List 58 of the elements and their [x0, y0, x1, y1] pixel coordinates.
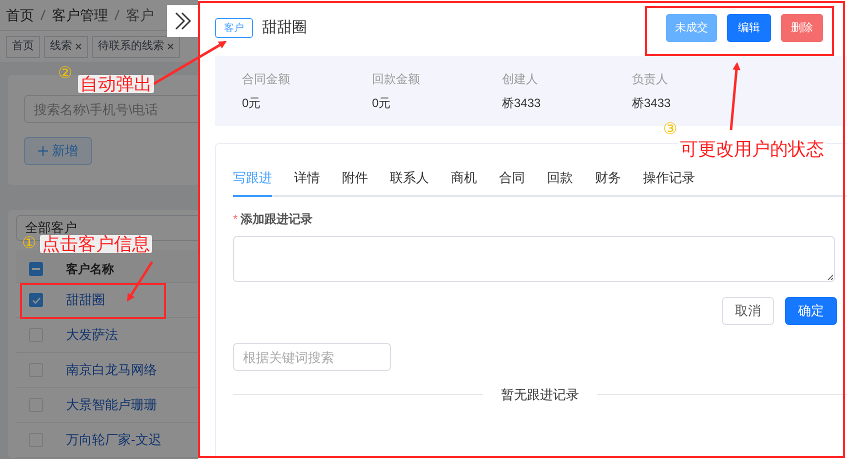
tab[interactable]: 详情	[294, 168, 320, 197]
keyword-search-field[interactable]: 根据关键词搜索	[233, 343, 391, 371]
stat-value: 桥3433	[502, 95, 542, 112]
tab[interactable]: 财务	[595, 168, 621, 197]
filter-value: 全部客户	[25, 219, 77, 236]
plus-icon	[38, 146, 48, 156]
status-button[interactable]: 未成交	[666, 14, 717, 42]
customer-title: 甜甜圈	[262, 18, 307, 38]
double-chevron-right-icon	[172, 11, 192, 31]
tab[interactable]: 合同	[499, 168, 525, 197]
annotation-text: 可更改用户的状态	[678, 140, 826, 158]
breadcrumb-link[interactable]: 首页	[6, 4, 34, 26]
annotation-text: 自动弹出	[78, 75, 154, 93]
tab[interactable]: 附件	[342, 168, 368, 197]
checkbox[interactable]	[29, 262, 43, 276]
breadcrumb-link[interactable]: 客户	[126, 4, 154, 26]
checkbox[interactable]	[29, 293, 43, 307]
resize-handle-icon	[827, 274, 833, 280]
customer-link[interactable]: 万向轮厂家-文迟	[56, 430, 162, 450]
stat-value: 桥3433	[632, 95, 672, 112]
tab[interactable]: 回款	[547, 168, 573, 197]
breadcrumb-link[interactable]: 客户管理	[52, 4, 108, 26]
stat-value: 0元	[242, 95, 262, 112]
stat-label: 合同金额	[242, 71, 291, 88]
tab[interactable]: 联系人	[390, 168, 429, 197]
step-number: ③	[663, 122, 677, 138]
page-tag[interactable]: 首页	[6, 36, 40, 58]
stat-label: 创建人	[502, 71, 539, 88]
page-tag[interactable]: 线索	[44, 36, 88, 58]
empty-message: 暂无跟进记录	[500, 386, 580, 404]
collapse-button[interactable]	[167, 5, 198, 37]
column-header: 客户名称	[65, 261, 114, 278]
customer-link[interactable]: 大景智能卢珊珊	[56, 395, 157, 415]
pointer-arrow	[730, 62, 740, 130]
pointer-arrow	[126, 261, 154, 302]
tab[interactable]: 商机	[451, 168, 477, 197]
customer-link[interactable]: 甜甜圈	[56, 290, 105, 310]
customer-link[interactable]: 大发萨法	[56, 325, 118, 345]
edit-button[interactable]: 编辑	[727, 14, 771, 42]
stat-label: 负责人	[632, 71, 669, 88]
close-icon[interactable]	[167, 43, 174, 50]
customer-link[interactable]: 南京白龙马网络	[56, 360, 157, 380]
step-number: ②	[58, 66, 72, 82]
breadcrumb-separator-icon	[40, 9, 46, 21]
check-icon	[32, 296, 40, 304]
customer-tag: 客户	[215, 18, 253, 38]
page-tag[interactable]: 待联系的线索	[92, 36, 180, 58]
close-icon[interactable]	[75, 43, 82, 50]
stat-value: 0元	[372, 95, 392, 112]
stat-label: 回款金额	[372, 71, 421, 88]
delete-button[interactable]: 删除	[781, 14, 823, 42]
tab[interactable]: 写跟进	[233, 168, 272, 197]
cancel-button[interactable]: 取消	[722, 297, 774, 325]
breadcrumb-separator-icon	[114, 9, 120, 21]
annotation-text: 点击客户信息	[40, 235, 152, 253]
confirm-button[interactable]: 确定	[785, 297, 837, 325]
follow-up-textarea[interactable]	[233, 236, 835, 282]
tab[interactable]: 操作记录	[643, 168, 695, 197]
